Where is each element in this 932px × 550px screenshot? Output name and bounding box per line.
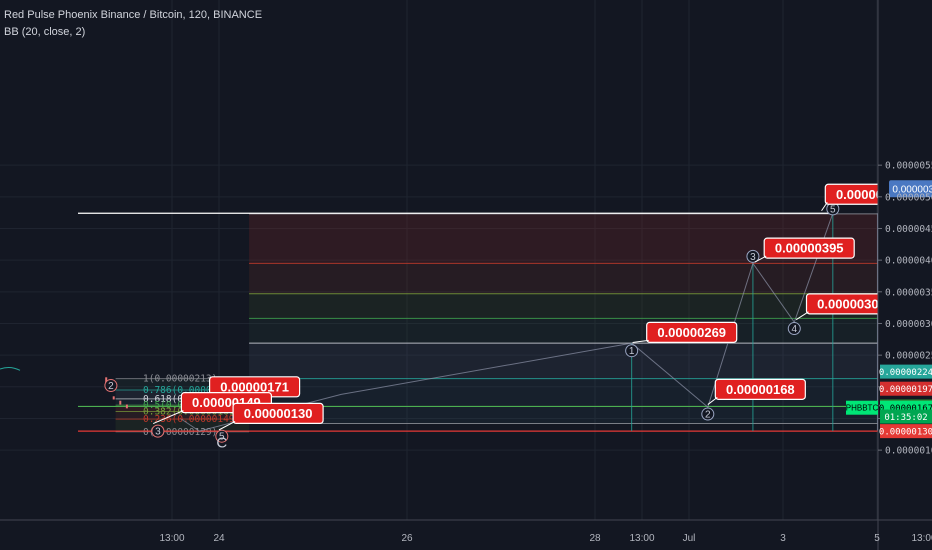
fib-zone	[249, 378, 878, 424]
x-tick-label: 13:00	[159, 533, 184, 544]
x-tick-label: 3	[780, 533, 786, 544]
y-tick-label: 0.00000400	[885, 256, 932, 267]
fib-zone	[249, 318, 878, 344]
wave-label: 1	[629, 346, 635, 357]
wave-label: C	[216, 435, 227, 452]
price-callout-text: 0.00000302	[817, 296, 886, 311]
fib-zone	[249, 343, 878, 379]
indicator-label: BB (20, close, 2)	[4, 26, 86, 38]
y-tick-label: 0.00000350	[885, 287, 932, 298]
y-tick-label: 0.00000500	[885, 192, 932, 203]
wave-label: 3	[155, 427, 161, 438]
x-tick-label: 5	[874, 533, 880, 544]
chart-title: Red Pulse Phoenix Binance / Bitcoin, 120…	[4, 9, 263, 21]
price-callout-text: 0.00000395	[775, 241, 844, 256]
wave-label: 5	[830, 204, 836, 215]
fib-small-level-label: 0.236(0.00000149)	[143, 414, 240, 425]
price-chart[interactable]: 0(0.00000473)0.236(0.00000395)0.382(0.00…	[0, 0, 932, 550]
wave-label: 2	[705, 410, 711, 421]
symbol-tag: PHBBTC	[846, 404, 879, 413]
price-tag: 01:35:02	[884, 413, 927, 423]
y-tick-label: 0.00000550	[885, 161, 932, 172]
price-callout-text: 0.00000130	[244, 406, 313, 421]
price-callout-text: 0.00000269	[657, 325, 726, 340]
price-tag: 0.00000130	[879, 428, 932, 438]
y-tick-label: 0.00000300	[885, 319, 932, 330]
y-tick-label: 0.00000450	[885, 224, 932, 235]
price-tag: 0.00000197	[879, 385, 932, 395]
y-tick-label: 0.00000250	[885, 351, 932, 362]
x-tick-label: Jul	[683, 533, 696, 544]
fib-small-level-label: 1(0.00000213)	[143, 374, 217, 385]
wave-label: 2	[108, 381, 114, 392]
wave-label: 4	[791, 324, 797, 335]
x-tick-label: 13:00	[911, 533, 932, 544]
wave-label: 3	[750, 252, 756, 263]
x-tick-label: 28	[589, 533, 601, 544]
fib-zone	[249, 263, 878, 294]
x-tick-label: 26	[401, 533, 413, 544]
y-tick-label: 0.00000100	[885, 446, 932, 457]
x-tick-label: 13:00	[629, 533, 654, 544]
price-callout-text: 0.00000168	[726, 382, 795, 397]
price-tag: 0.00000224	[879, 368, 932, 378]
x-tick-label: 24	[213, 533, 225, 544]
